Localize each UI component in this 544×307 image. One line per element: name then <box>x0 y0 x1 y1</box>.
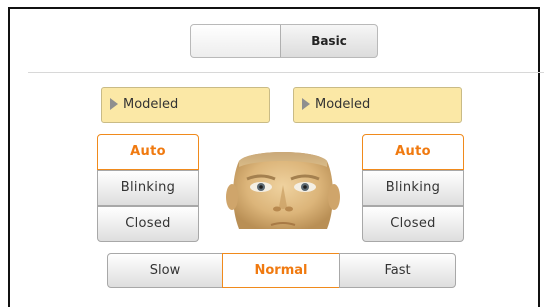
face-preview <box>226 152 340 229</box>
right-eye-dropdown-label: Modeled <box>315 97 371 112</box>
right-eye-auto-button[interactable]: Auto <box>362 134 464 170</box>
left-eye-closed-button[interactable]: Closed <box>97 206 199 242</box>
left-eye-auto-button[interactable]: Auto <box>97 134 199 170</box>
divider <box>28 72 544 73</box>
left-eye-dropdown[interactable]: Modeled <box>101 87 270 123</box>
speed-fast-button[interactable]: Fast <box>339 253 456 288</box>
left-eye-blinking-button[interactable]: Blinking <box>97 170 199 206</box>
left-eye-dropdown-label: Modeled <box>123 97 179 112</box>
right-eye-closed-button[interactable]: Closed <box>362 206 464 242</box>
mode-label: Basic <box>311 34 347 48</box>
triangle-right-icon <box>302 97 310 110</box>
toggle-knob[interactable] <box>191 25 281 57</box>
right-eye-dropdown[interactable]: Modeled <box>293 87 462 123</box>
speed-slow-button[interactable]: Slow <box>107 253 223 288</box>
speed-normal-button[interactable]: Normal <box>222 253 340 288</box>
mode-toggle[interactable]: Basic <box>190 24 378 58</box>
triangle-right-icon <box>110 97 118 110</box>
right-eye-blinking-button[interactable]: Blinking <box>362 170 464 206</box>
